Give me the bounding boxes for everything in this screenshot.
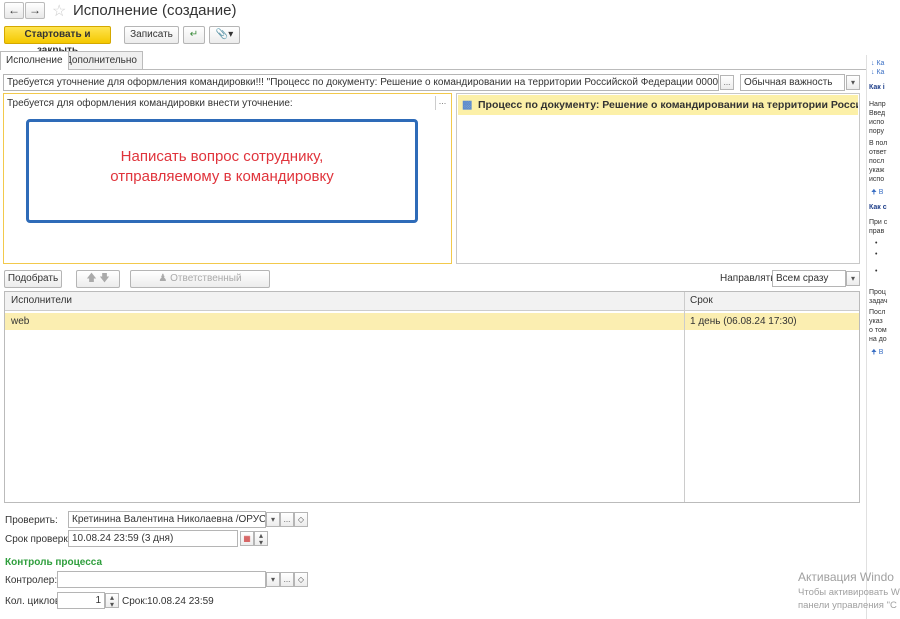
term-value: 10.08.24 23:59 [147, 596, 214, 607]
importance-dropdown-icon[interactable]: ▾ [846, 75, 860, 90]
row-deadline: 1 день (06.08.24 17:30) [690, 316, 797, 327]
check-deadline-stepper[interactable]: ▴ ▾ [254, 531, 268, 547]
controller-more-button[interactable]: ... [280, 572, 294, 587]
column-header-executors[interactable]: Исполнители [11, 292, 72, 310]
help-text: При с [869, 219, 888, 226]
table-row[interactable]: web 1 день (06.08.24 17:30) [5, 313, 859, 330]
help-text: указ [869, 318, 883, 325]
help-text: прав [869, 228, 885, 235]
window-title: Исполнение (создание) [73, 2, 237, 19]
forward-arrow-icon[interactable]: → [25, 2, 45, 19]
controller-label: Контролер: [5, 575, 58, 586]
check-label: Проверить: [5, 515, 58, 526]
checker-more-button[interactable]: ... [280, 512, 294, 527]
help-back-link[interactable]: 🠉 В [871, 348, 883, 357]
controller-dropdown-icon[interactable]: ▾ [266, 572, 280, 587]
move-up-down-icon[interactable]: 🡅 🡇 [76, 270, 120, 288]
subject-input[interactable]: Требуется уточнение для оформления коман… [3, 74, 719, 91]
help-text: испо [869, 119, 885, 126]
help-text: на до [869, 336, 887, 343]
send-mode-label: Направлять: [720, 273, 779, 284]
tab-divider [0, 69, 866, 70]
pick-button[interactable]: Подобрать [4, 270, 62, 288]
responsible-executor-button[interactable]: ♟ Ответственный исполнитель [130, 270, 270, 300]
process-link[interactable]: ▩ Процесс по документу: Решение о команд… [458, 95, 858, 115]
help-text: посл [869, 158, 885, 165]
tab-additional[interactable]: Дополнительно [59, 51, 143, 69]
help-text: В пол [869, 140, 888, 147]
annotation-line-1: Написать вопрос сотруднику, [120, 148, 324, 165]
annotation-line-2: отправляемому в командировку [110, 168, 334, 185]
send-mode-dropdown-icon[interactable]: ▾ [846, 271, 860, 286]
help-back-link[interactable]: 🠉 В [871, 188, 883, 197]
cycles-input[interactable]: 1 [57, 592, 105, 609]
controller-input[interactable] [57, 571, 266, 588]
help-link-1[interactable]: ↓ Ка [871, 59, 884, 68]
help-bullet: • [875, 268, 878, 275]
message-text: Требуется для оформления командировки вн… [7, 98, 293, 109]
tab-execution[interactable]: Исполнение [0, 51, 69, 70]
save-button[interactable]: Записать [124, 26, 179, 44]
help-text: ответ [869, 149, 887, 156]
title-bar: ← → ☆ Исполнение (создание) [0, 0, 900, 22]
help-heading-2: Как с [869, 204, 887, 211]
check-deadline-label: Срок проверки: [5, 534, 77, 545]
cycles-stepper[interactable]: ▴ ▾ [105, 593, 119, 609]
help-text: о том [869, 327, 887, 334]
annotation-box: Написать вопрос сотруднику, отправляемом… [26, 119, 418, 223]
controller-open-icon[interactable]: ◇ [294, 572, 308, 587]
checker-dropdown-icon[interactable]: ▾ [266, 512, 280, 527]
message-more-button[interactable]: ... [435, 96, 449, 110]
checker-open-icon[interactable]: ◇ [294, 512, 308, 527]
column-header-deadline[interactable]: Срок [690, 292, 713, 310]
help-text: Проц [869, 289, 886, 296]
checker-input[interactable]: Кретинина Валентина Николаевна /ОРУС/ На… [68, 511, 266, 528]
start-and-close-button[interactable]: Стартовать и закрыть [4, 26, 111, 56]
back-arrow-icon[interactable]: ← [4, 2, 24, 19]
help-text: укаж [869, 167, 885, 174]
help-text: задач [869, 298, 888, 305]
cycles-label: Кол. циклов: [5, 596, 63, 607]
process-panel: ▩ Процесс по документу: Решение о команд… [456, 93, 860, 264]
favorite-star-icon[interactable]: ☆ [52, 1, 66, 21]
help-panel: ↓ Ка ↓ Ка Как і Напр Введ испо пору В по… [866, 55, 900, 619]
control-section-title: Контроль процесса [5, 557, 103, 568]
help-text: Посл [869, 309, 886, 316]
table-header: Исполнители Срок [5, 292, 859, 311]
term-label: Срок: [122, 596, 148, 607]
help-link-2[interactable]: ↓ Ка [871, 68, 884, 77]
watermark-line-1: Активация Windo [798, 570, 894, 584]
help-bullet: • [875, 251, 878, 258]
help-text: пору [869, 128, 884, 135]
process-title: Процесс по документу: Решение о командир… [478, 99, 858, 111]
help-text: Введ [869, 110, 886, 117]
help-text: Напр [869, 101, 886, 108]
executors-table: Исполнители Срок web 1 день (06.08.24 17… [4, 291, 860, 503]
send-mode-select[interactable]: Всем сразу [772, 270, 846, 287]
column-divider [684, 292, 685, 502]
help-heading-1: Как і [869, 84, 885, 91]
person-icon: ♟ [158, 273, 171, 284]
watermark-line-2: Чтобы активировать W [798, 587, 900, 598]
watermark-line-3: панели управления "С [798, 600, 897, 611]
post-icon[interactable]: ↵ [183, 26, 205, 44]
subject-more-button[interactable]: ... [720, 75, 734, 90]
row-executor: web [11, 316, 30, 327]
process-icon: ▩ [462, 99, 473, 111]
importance-select[interactable]: Обычная важность [740, 74, 845, 91]
help-bullet: • [875, 240, 878, 247]
calendar-icon[interactable]: ▦ [240, 531, 254, 546]
attachment-menu-icon[interactable]: 📎▾ [209, 26, 240, 44]
check-deadline-input[interactable]: 10.08.24 23:59 (3 дня) [68, 530, 238, 547]
help-text: испо [869, 176, 885, 183]
